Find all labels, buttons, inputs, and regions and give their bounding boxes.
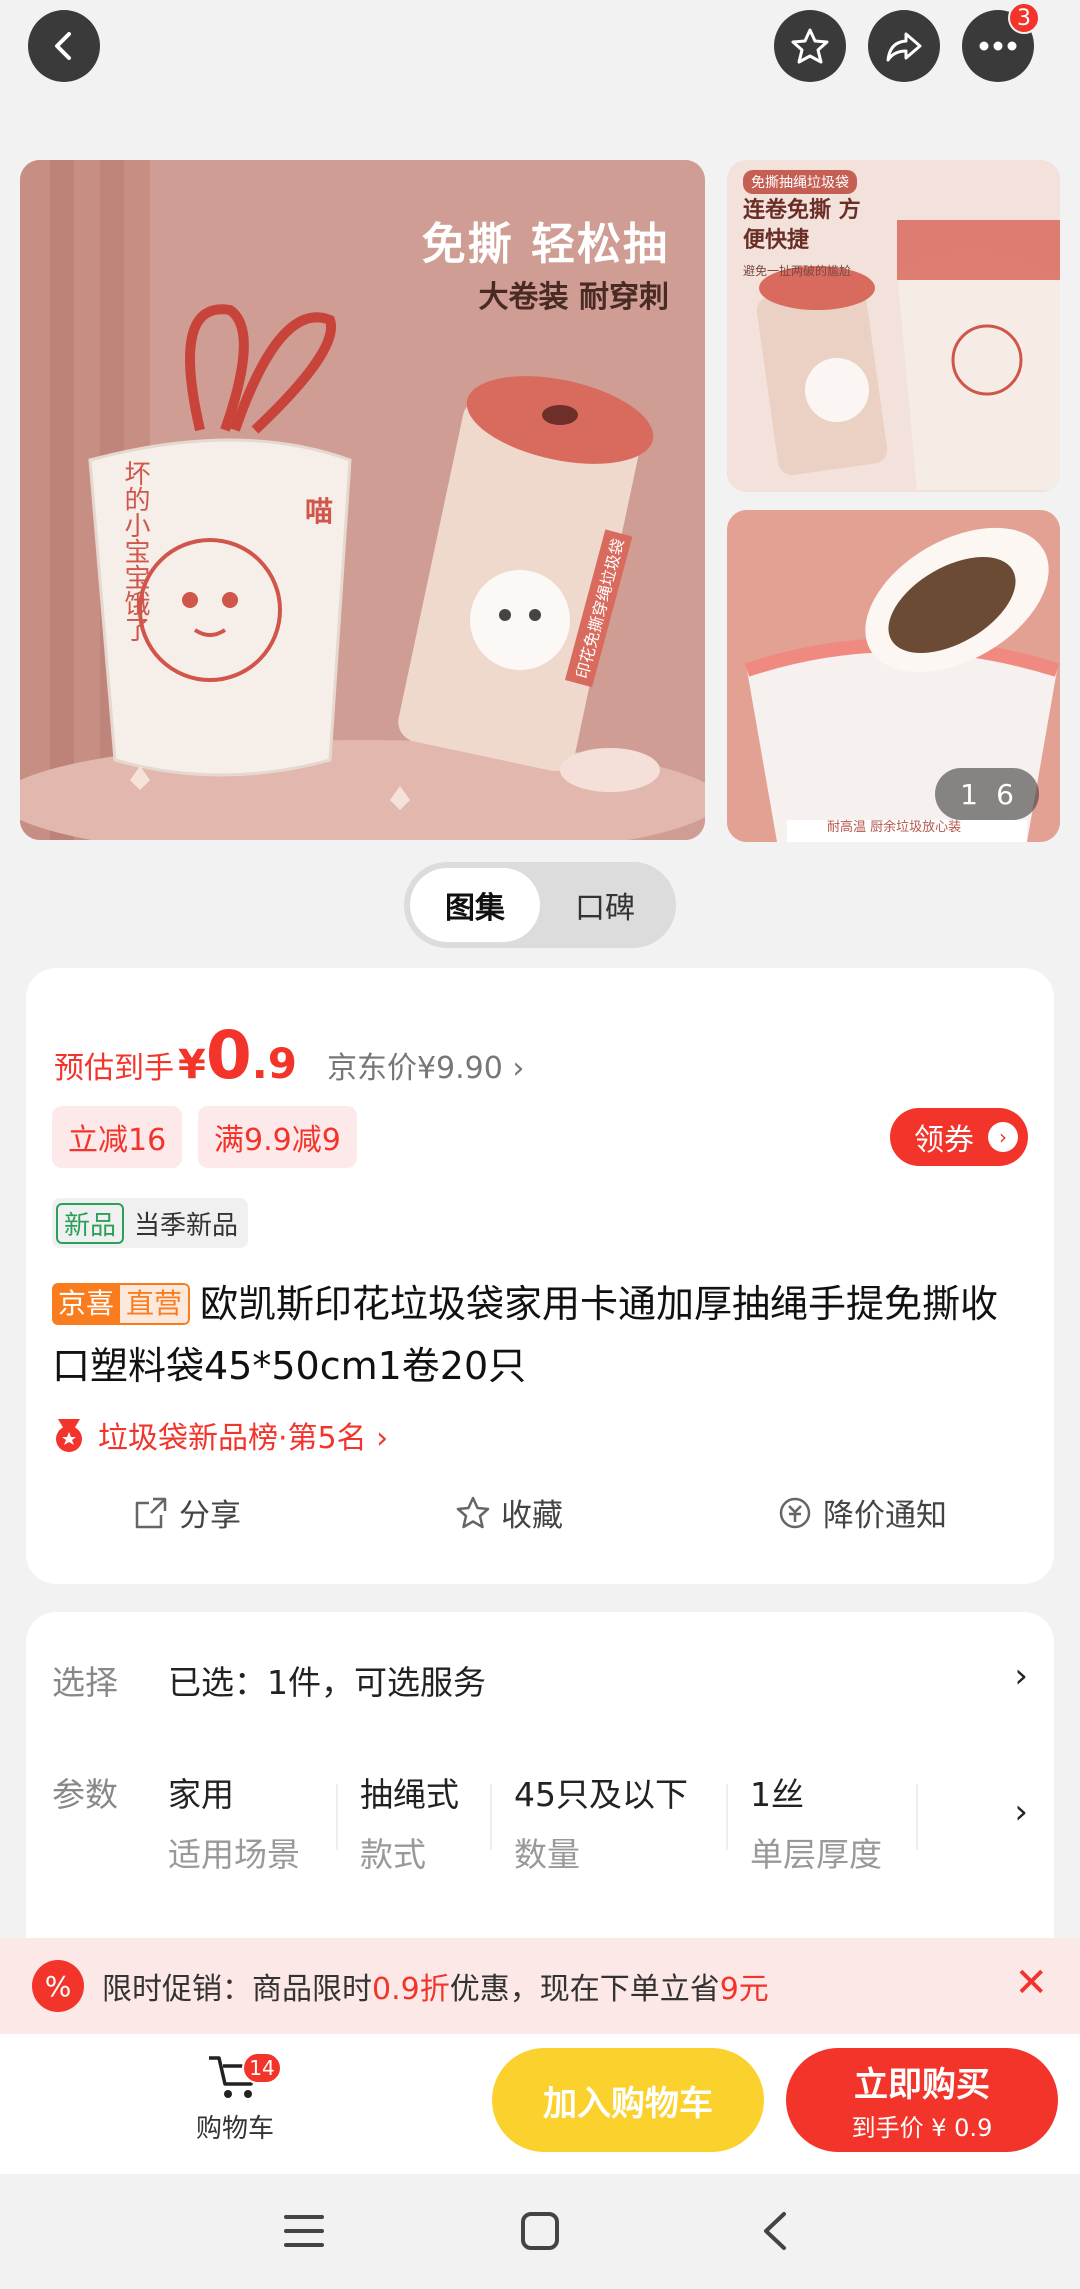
promo-middle: 优惠，现在下单立省 — [449, 1972, 720, 2007]
param-label: 参数 — [52, 1775, 118, 1814]
param-name: 款式 — [360, 1835, 426, 1874]
chevron-right-icon: › — [988, 1122, 1018, 1152]
menu-icon[interactable] — [284, 2214, 324, 2248]
param-value: 抽绳式 — [360, 1775, 459, 1814]
price-integer: 0 — [205, 1017, 252, 1094]
price-row: 预估到手 ¥ 0 .9 京东价¥9.90 › — [54, 1023, 524, 1089]
image-headline: 免撕 轻松抽 — [421, 219, 669, 270]
tab-gallery[interactable]: 图集 — [410, 868, 540, 942]
counter-total: 6 — [996, 777, 1014, 811]
share-button[interactable] — [868, 10, 940, 82]
jd-price-link[interactable]: 京东价¥9.90 › — [327, 1043, 524, 1087]
param-divider — [336, 1784, 338, 1850]
gallery-tab-switch: 图集 口碑 — [404, 862, 676, 948]
cart-button[interactable]: 14 购物车 — [170, 2044, 300, 2145]
direct-label: 直营 — [120, 1283, 191, 1325]
param-divider — [726, 1784, 728, 1850]
get-coupon-button[interactable]: 领券 › — [890, 1108, 1028, 1166]
buy-now-label: 立即购买 — [854, 2065, 990, 2105]
param-value: 家用 — [168, 1775, 234, 1814]
price-currency: ¥ — [178, 1042, 206, 1088]
medal-icon — [56, 1419, 82, 1452]
more-button[interactable]: 3 — [962, 2, 1040, 82]
star-icon — [791, 28, 829, 64]
star-icon — [456, 1496, 490, 1528]
new-text: 当季新品 — [134, 1210, 239, 1241]
product-info-card: 预估到手 ¥ 0 .9 京东价¥9.90 › 立减16 满9.9减9 领券 › … — [26, 968, 1054, 1584]
chevron-right-icon: › — [1014, 1656, 1028, 1696]
thumbnail-image-1[interactable]: 免撕抽绳垃圾袋 连卷免撕 方便快捷 避免一扯两破的尴尬 — [727, 160, 1060, 492]
param-name: 适用场景 — [168, 1835, 300, 1874]
counter-current: 1 — [960, 777, 978, 811]
cart-label: 购物车 — [195, 2114, 274, 2144]
favorite-button[interactable] — [774, 10, 846, 82]
bag-text: 坏的小宝宝饿了 — [120, 460, 150, 642]
share-icon — [135, 1497, 167, 1528]
new-arrival-badge: 新品 当季新品 — [52, 1198, 249, 1248]
image-subline: 大卷装 耐穿刺 — [478, 280, 669, 315]
thumb-headline: 连卷免撕 方便快捷 — [743, 198, 861, 253]
param-name: 单层厚度 — [750, 1835, 882, 1874]
cart-count-badge: 14 — [242, 2052, 282, 2084]
promo-save: 9元 — [719, 1972, 769, 2007]
price-alert-label: 降价通知 — [823, 1498, 947, 1534]
more-dots-icon — [979, 41, 1017, 51]
close-icon[interactable]: ✕ — [1014, 1960, 1048, 2006]
price-decimal: .9 — [251, 1039, 297, 1088]
promotion-banner[interactable]: % 限时促销：商品限时 0.9折 优惠，现在下单立省 9元 ✕ — [0, 1938, 1080, 2034]
share-action[interactable]: 分享 — [133, 1490, 241, 1535]
product-title: 京喜 直营 欧凯斯印花垃圾袋家用卡通加厚抽绳手提免撕收口塑料袋45*50cm1卷… — [52, 1273, 1032, 1397]
add-to-cart-button[interactable]: 加入购物车 — [492, 2048, 764, 2152]
buy-now-price: 到手价 ¥ 0.9 — [851, 2114, 993, 2142]
price-alert-action[interactable]: 降价通知 — [777, 1490, 947, 1535]
coupon-label: 领券 — [914, 1123, 974, 1158]
param-name: 数量 — [514, 1835, 580, 1874]
meow-text: 喵 — [305, 495, 334, 528]
thumb-tag: 免撕抽绳垃圾袋 — [743, 170, 857, 194]
discount-tag: 立减16 — [52, 1106, 183, 1168]
price-drop-icon — [779, 1497, 811, 1528]
main-product-image[interactable]: 免撕 轻松抽 大卷装 耐穿刺 坏的小宝宝饿了 喵 印花免撕穿绳垃圾袋 — [20, 160, 705, 840]
threshold-discount-tag: 满9.9减9 — [198, 1106, 357, 1168]
jingxi-badge: 京喜 直营 — [52, 1283, 191, 1325]
new-tag: 新品 — [56, 1202, 125, 1244]
back-icon[interactable] — [760, 2211, 790, 2251]
favorite-action[interactable]: 收藏 — [455, 1490, 563, 1535]
tab-reviews[interactable]: 口碑 — [540, 868, 670, 942]
param-value: 1丝 — [750, 1775, 804, 1814]
spec-card: 选择 已选：1件，可选服务 › 参数 家用 适用场景 抽绳式 款式 45只及以下… — [26, 1612, 1054, 1972]
notification-badge: 3 — [1008, 2, 1040, 34]
param-divider — [490, 1784, 492, 1850]
image-gallery[interactable]: 免撕 轻松抽 大卷装 耐穿刺 坏的小宝宝饿了 喵 印花免撕穿绳垃圾袋 免撕抽绳垃… — [0, 0, 1080, 845]
thumb-subline: 避免一扯两破的尴尬 — [743, 264, 852, 278]
param-value: 45只及以下 — [514, 1775, 688, 1814]
product-title-text: 欧凯斯印花垃圾袋家用卡通加厚抽绳手提免撕收口塑料袋45*50cm1卷20只 — [52, 1282, 999, 1388]
param-divider — [916, 1784, 918, 1850]
share-arrow-icon — [886, 32, 922, 62]
promo-discount: 0.9折 — [372, 1972, 450, 2007]
ranking-link[interactable]: 垃圾袋新品榜·第5名 › — [52, 1413, 388, 1457]
select-value: 已选：1件，可选服务 — [168, 1663, 486, 1702]
chevron-right-icon: › — [1014, 1792, 1028, 1832]
image-counter: 1 6 — [935, 768, 1039, 820]
action-row: 分享 收藏 降价通知 — [26, 1490, 1054, 1535]
buy-now-button[interactable]: 立即购买 到手价 ¥ 0.9 — [786, 2048, 1058, 2152]
back-button[interactable] — [28, 10, 100, 82]
percent-icon: % — [32, 1960, 84, 2012]
promo-prefix: 限时促销：商品限时 — [102, 1972, 372, 2007]
ranking-text: 垃圾袋新品榜·第5名 › — [98, 1421, 389, 1456]
home-icon[interactable] — [520, 2211, 560, 2251]
select-label: 选择 — [52, 1663, 118, 1702]
bottom-action-bar: 14 购物车 加入购物车 立即购买 到手价 ¥ 0.9 — [0, 2034, 1080, 2174]
estimated-price-label: 预估到手 — [54, 1051, 174, 1086]
share-label: 分享 — [179, 1498, 241, 1534]
system-navigation-bar — [0, 2174, 1080, 2289]
thumb-caption: 耐高温 厨余垃圾放心装 — [827, 820, 962, 835]
back-arrow-icon — [55, 32, 71, 60]
favorite-label: 收藏 — [501, 1498, 563, 1534]
jingxi-label: 京喜 — [52, 1283, 121, 1325]
